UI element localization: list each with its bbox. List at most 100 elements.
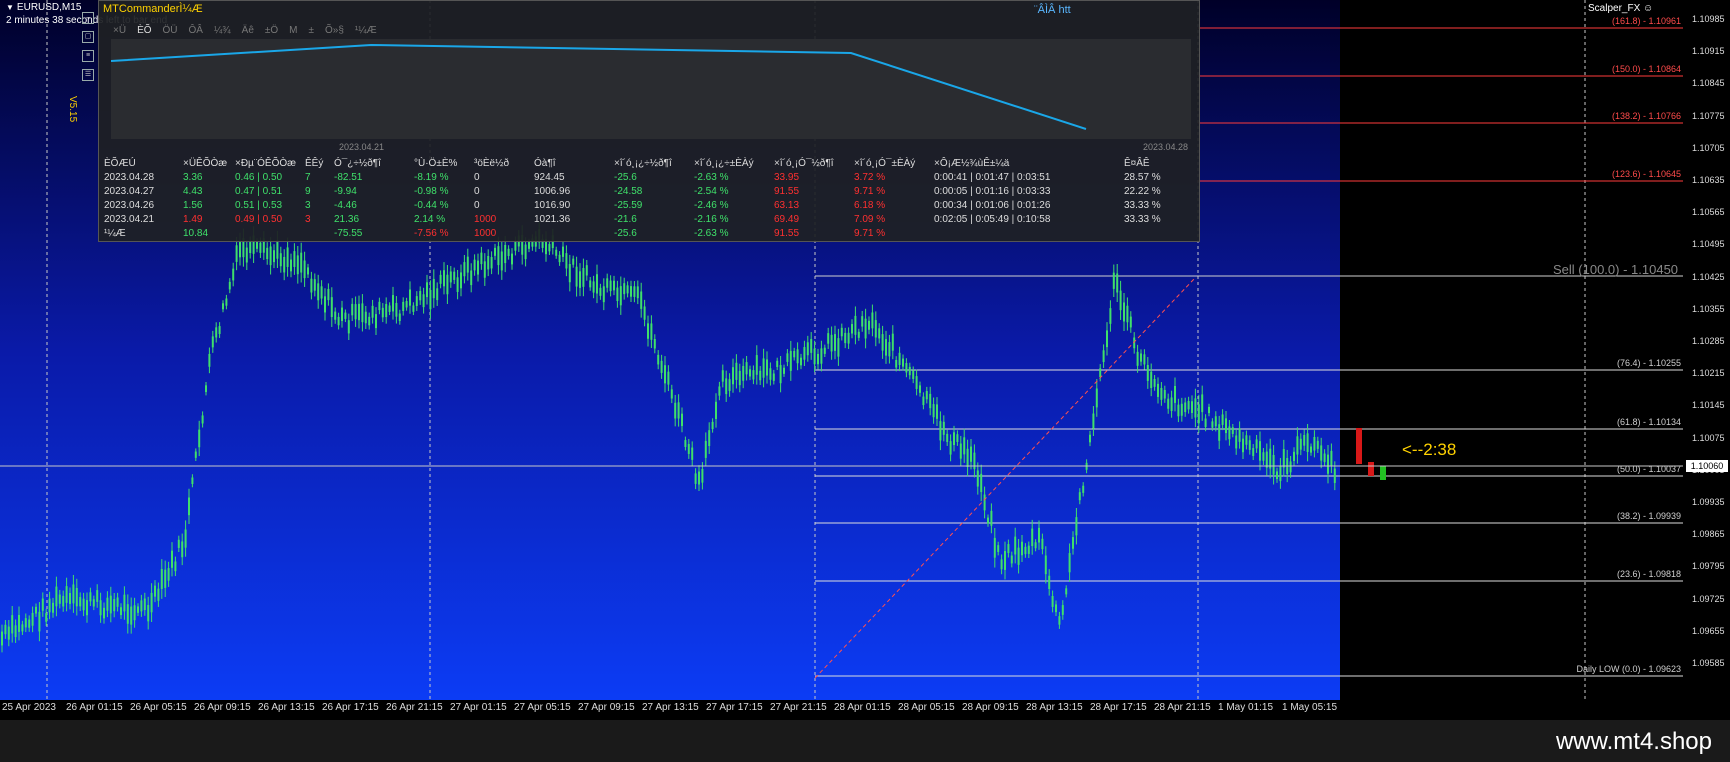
candle-body	[1061, 605, 1064, 615]
price-axis[interactable]: 1.10985 1.10915 1.10845 1.10775 1.10705 1.106…	[1683, 0, 1730, 700]
candle-body	[854, 315, 857, 335]
candle-body	[293, 251, 296, 267]
cell: -2.63 %	[694, 171, 729, 183]
candle-body	[1316, 440, 1319, 449]
candle-body	[847, 332, 850, 344]
candle-body	[691, 447, 694, 460]
settings-icon[interactable]: ≡	[82, 50, 94, 62]
panel-link[interactable]: ¨ÂÌÂ htt	[1034, 4, 1071, 16]
candle-body	[320, 286, 323, 299]
candle-body	[749, 369, 751, 377]
time-tick: 27 Apr 13:15	[642, 702, 699, 713]
cell: ³öÈë½ð	[474, 157, 510, 169]
tab-6[interactable]: ±Ö	[265, 25, 278, 36]
chart-area[interactable]: 1.10985 1.10915 1.10845 1.10775 1.10705 1.106…	[0, 0, 1730, 720]
candle-body	[1095, 388, 1098, 408]
candle-body	[830, 334, 833, 352]
cell	[934, 226, 1124, 240]
candle-body	[640, 291, 643, 309]
candle-body	[341, 307, 343, 321]
candle-body	[1221, 414, 1224, 425]
candle-body	[368, 316, 371, 326]
candle-body	[813, 348, 816, 365]
candle-body	[1106, 330, 1108, 348]
candle-body	[657, 354, 660, 365]
tab-3[interactable]: ÔÂ	[189, 25, 203, 36]
candle-body	[21, 624, 24, 632]
cell: 3.72 %	[854, 171, 886, 183]
candle-body	[1153, 378, 1156, 387]
candle-body	[667, 371, 670, 385]
tab-2[interactable]: ÖÜ	[163, 25, 178, 36]
cell: -9.94	[334, 185, 357, 197]
price-tick: 1.10985	[1692, 14, 1725, 24]
candle-body	[1235, 435, 1238, 449]
candle-body	[898, 352, 901, 365]
cell: 4.43	[183, 185, 203, 197]
cell	[235, 226, 305, 240]
list-icon[interactable]: ☰	[82, 69, 94, 81]
candle-body	[1320, 445, 1323, 461]
tab-5[interactable]: Äê	[242, 25, 254, 36]
table-row: 2023.04.27 4.43 0.47 | 0.51 9 -9.94 -0.98 % 0 1…	[104, 184, 1184, 198]
candle-body	[878, 328, 881, 339]
cell: 91.55	[774, 185, 800, 197]
candle-body	[473, 259, 476, 271]
candle-body	[1058, 616, 1061, 625]
candle-body	[507, 248, 510, 257]
candle-body	[908, 366, 911, 376]
candle-body	[1136, 351, 1139, 366]
equity-end-date: 2023.04.28	[1143, 142, 1189, 152]
tab-9[interactable]: Õ»§	[325, 25, 344, 36]
candle-body	[1143, 354, 1146, 365]
candle-body	[232, 268, 235, 281]
tab-0[interactable]: ×Ü	[113, 25, 126, 36]
cell: -4.46	[334, 199, 357, 211]
tab-7[interactable]: M	[289, 25, 297, 36]
candle-body	[453, 271, 456, 280]
candle-body	[864, 318, 867, 339]
brand-url[interactable]: www.mt4.shop	[1556, 728, 1712, 756]
candle-body	[565, 253, 568, 269]
candle-body	[1160, 387, 1163, 400]
candle-body	[279, 253, 282, 267]
tab-1[interactable]: ÈÕ	[137, 25, 151, 36]
time-tick: 28 Apr 17:15	[1090, 702, 1147, 713]
restore-icon[interactable]: ▢	[82, 31, 94, 43]
candle-body	[307, 267, 309, 275]
candle-body	[1004, 551, 1006, 570]
candle-body	[681, 413, 683, 427]
candle-body	[1150, 371, 1153, 388]
tab-10[interactable]: ¹¼Æ	[355, 25, 377, 36]
cell: 9.71 %	[854, 185, 886, 197]
candle-bull	[1380, 466, 1386, 480]
candle-body	[789, 350, 792, 371]
candle-body	[470, 270, 473, 286]
cell: 9	[305, 185, 311, 197]
candle-body	[1201, 394, 1204, 413]
candle-body	[1017, 547, 1020, 565]
candle-body	[1129, 316, 1132, 328]
tab-4[interactable]: ¼¾	[214, 25, 231, 36]
tab-8[interactable]: ±	[309, 25, 315, 36]
candle-body	[562, 246, 564, 257]
stats-panel[interactable]: MTCommanderÌ¼Æ ¨ÂÌÂ htt ×Ü ÈÕ ÖÜ ÔÂ ¼¾ Äê ±Ö M ±…	[98, 0, 1200, 242]
minimize-icon[interactable]: –	[82, 12, 94, 24]
fib-level-label: (76.4) - 1.10255	[1616, 358, 1681, 368]
cell: -0.44 %	[414, 199, 449, 211]
candle-body	[310, 278, 313, 293]
candle-body	[504, 244, 507, 264]
candle-body	[511, 253, 513, 265]
candle-body	[256, 241, 258, 249]
candle-body	[1191, 401, 1193, 414]
collapse-icon[interactable]: ▼	[6, 3, 14, 12]
price-tick: 1.09935	[1692, 497, 1725, 507]
candle-body	[582, 268, 585, 287]
cell: 0.47 | 0.51	[235, 185, 283, 197]
candle-body	[1082, 485, 1085, 493]
smiley-icon: ☺	[1643, 3, 1654, 14]
candle-body	[194, 451, 197, 458]
candle-body	[1310, 446, 1312, 453]
candle-body	[983, 494, 986, 511]
candle-body	[371, 305, 374, 318]
